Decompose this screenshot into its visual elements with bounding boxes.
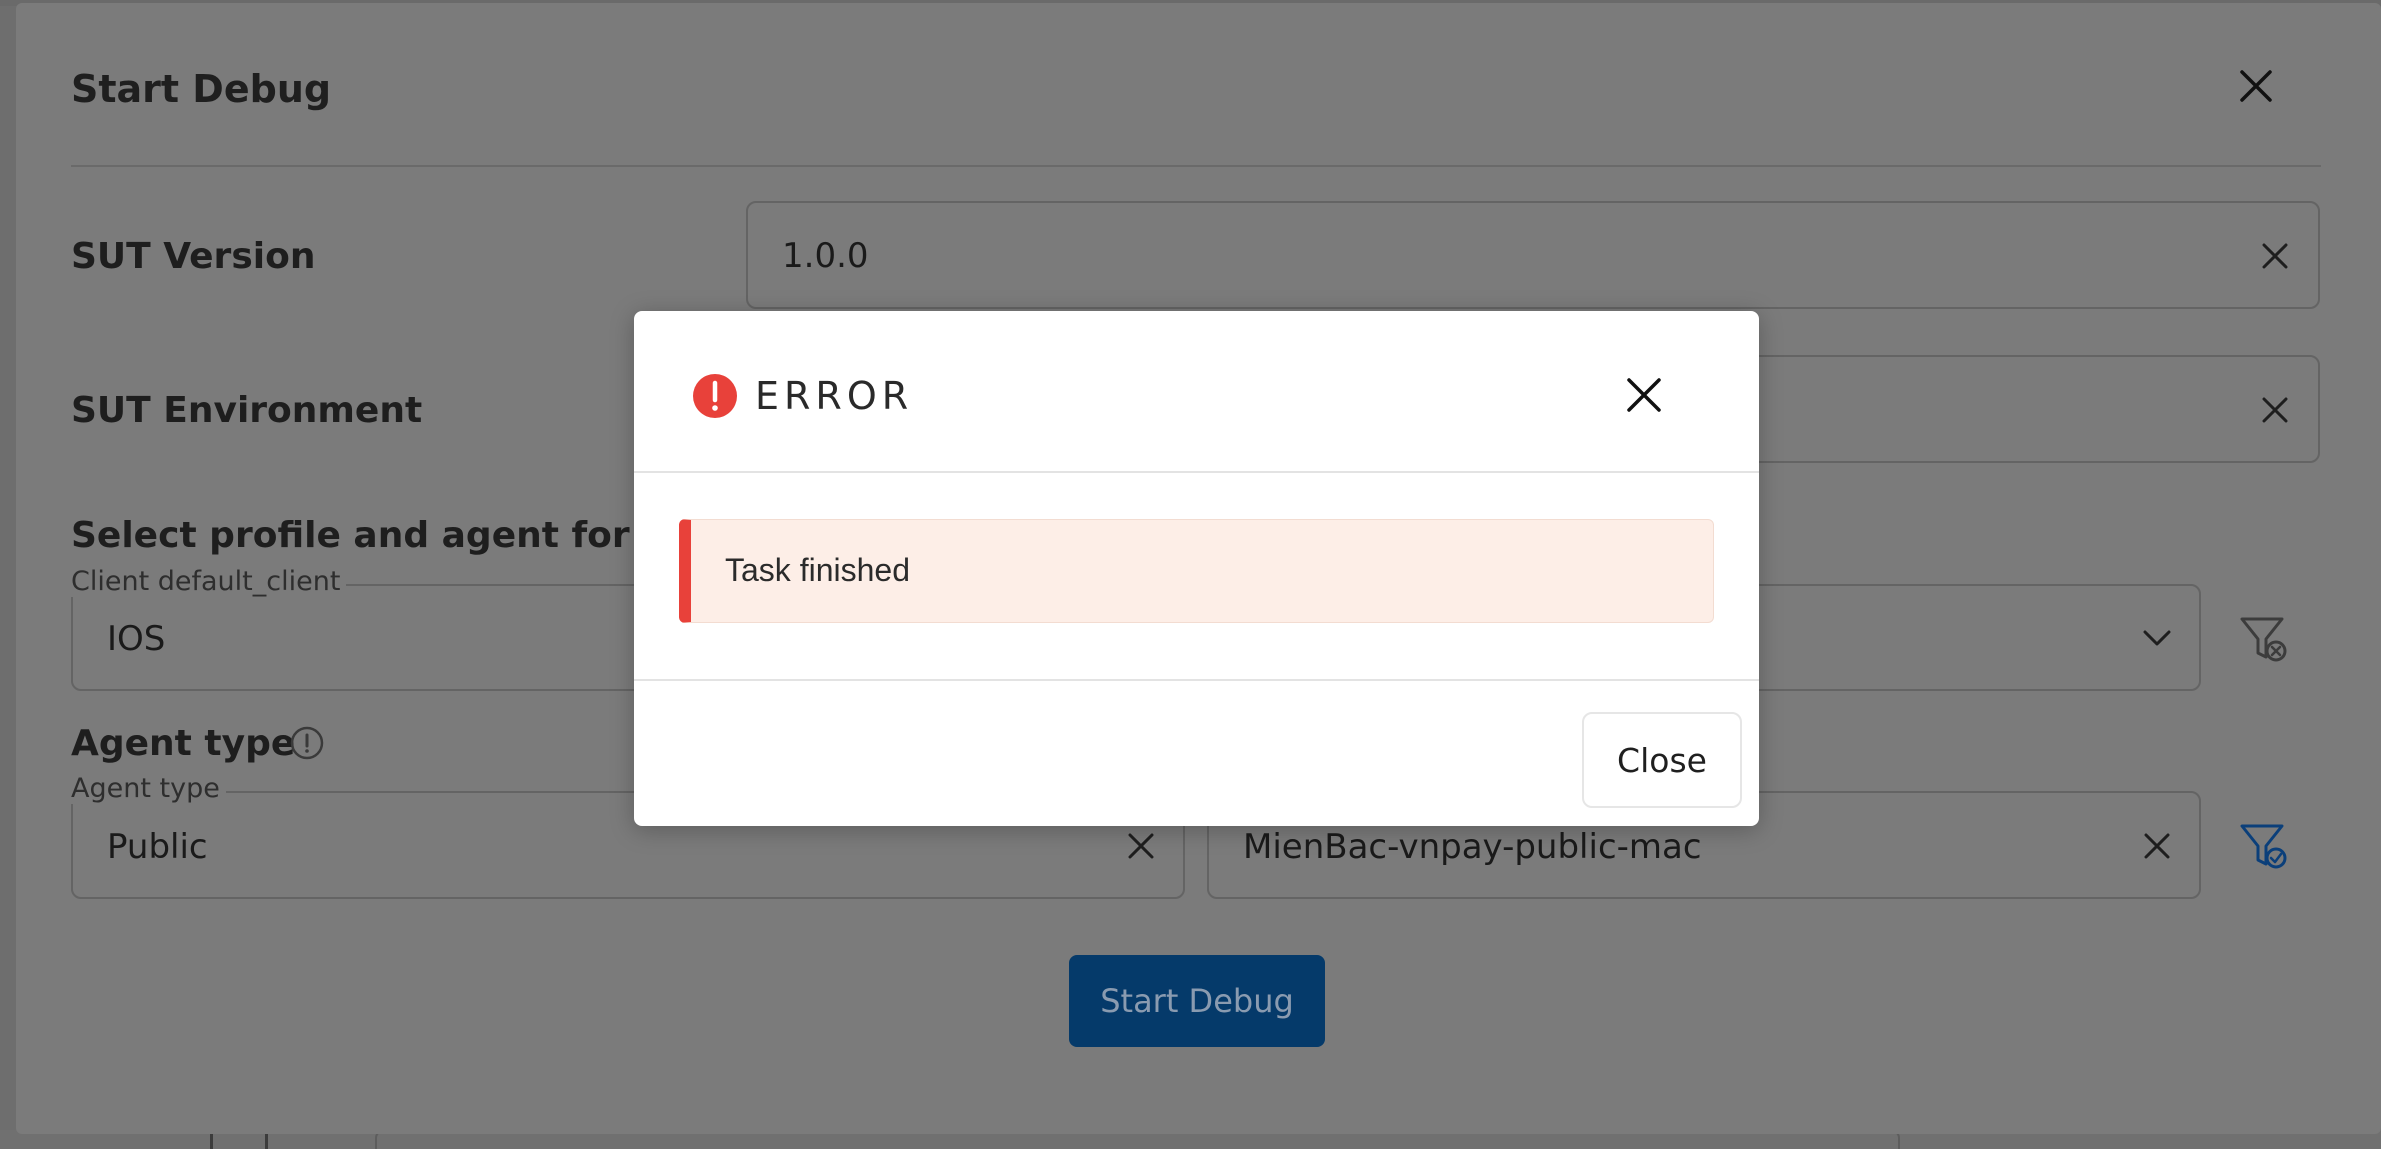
client-select-value: IOS xyxy=(107,619,166,659)
clear-icon[interactable] xyxy=(1126,831,1156,861)
clear-icon[interactable] xyxy=(2260,395,2290,425)
error-alert: Task finished xyxy=(679,519,1714,623)
chevron-down-icon[interactable] xyxy=(2141,626,2173,650)
close-icon[interactable] xyxy=(1624,375,1664,415)
modal-title: ERROR xyxy=(755,374,914,418)
dialog-divider xyxy=(71,165,2321,167)
sut-version-label: SUT Version xyxy=(71,236,316,277)
sut-environment-label: SUT Environment xyxy=(71,390,423,431)
sut-version-value: 1.0.0 xyxy=(782,236,869,276)
start-debug-button[interactable]: Start Debug xyxy=(1069,955,1325,1047)
modal-body: Task finished xyxy=(634,473,1759,681)
info-icon[interactable] xyxy=(289,725,325,761)
agent-type-value: Public xyxy=(107,827,208,867)
error-modal: ERROR Task finished Close xyxy=(634,311,1759,826)
agent-select-value: MienBac-vnpay-public-mac xyxy=(1243,827,1702,867)
agent-type-label: Agent type xyxy=(71,723,296,764)
close-icon[interactable] xyxy=(2238,68,2274,104)
error-message: Task finished xyxy=(725,552,910,588)
clear-icon[interactable] xyxy=(2260,241,2290,271)
filter-check-icon[interactable] xyxy=(2238,820,2290,872)
error-icon xyxy=(693,374,737,418)
close-button[interactable]: Close xyxy=(1582,712,1742,808)
agent-type-legend: Agent type xyxy=(65,773,226,804)
sut-version-field[interactable]: 1.0.0 xyxy=(746,201,2320,309)
filter-clear-icon[interactable] xyxy=(2238,613,2290,665)
profile-section-heading: Select profile and agent for the xyxy=(71,515,710,556)
dialog-title: Start Debug xyxy=(71,67,332,111)
modal-header: ERROR xyxy=(634,311,1759,473)
client-legend: Client default_client xyxy=(65,566,347,597)
clear-icon[interactable] xyxy=(2142,831,2172,861)
